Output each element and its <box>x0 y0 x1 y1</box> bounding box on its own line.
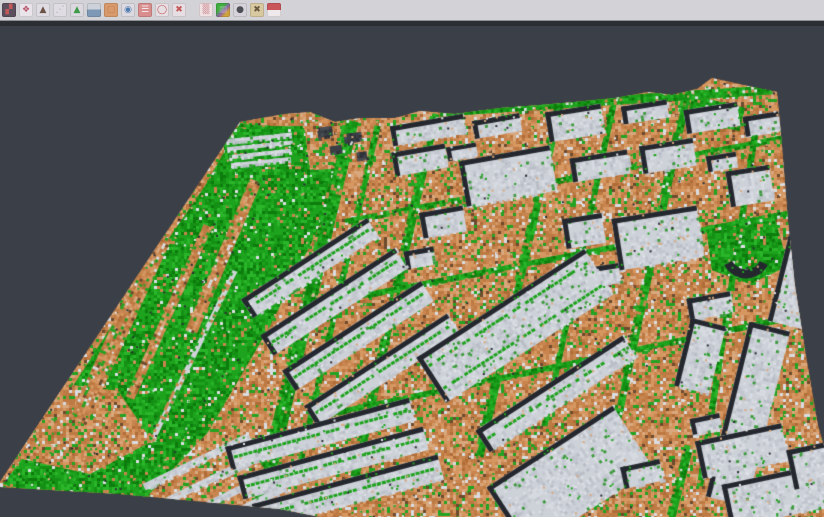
viewport-container <box>0 26 824 517</box>
toolbar: ▞❖▲⋰▲▢◉☰◯✖▒▦●✖ <box>0 0 824 21</box>
application-window: ▞❖▲⋰▲▢◉☰◯✖▒▦●✖ <box>0 0 824 517</box>
clip-box-icon[interactable]: ✖ <box>250 3 264 17</box>
scanline-icon[interactable]: ☰ <box>138 3 152 17</box>
circle-select-icon[interactable]: ◯ <box>155 3 169 17</box>
camera-icon[interactable]: ● <box>233 3 247 17</box>
toolbar-group: ▞❖▲⋰▲▢◉☰◯✖ <box>2 3 189 17</box>
density-grid-icon[interactable]: ▒ <box>199 3 213 17</box>
orthophoto-icon[interactable]: ▢ <box>104 3 118 17</box>
terrain-icon[interactable]: ▲ <box>36 3 50 17</box>
classification-colors-icon[interactable]: ▦ <box>216 3 230 17</box>
rotate-view-icon[interactable]: ◉ <box>121 3 135 17</box>
extent-icon[interactable]: ✖ <box>172 3 186 17</box>
flag-icon[interactable] <box>267 3 281 17</box>
points-merge-icon[interactable]: ❖ <box>19 3 33 17</box>
sparse-points-icon[interactable]: ⋰ <box>53 3 67 17</box>
toolbar-group: ▒▦●✖ <box>199 3 284 17</box>
surface-model-icon[interactable]: ▲ <box>70 3 84 17</box>
profile-view-icon[interactable] <box>87 3 101 17</box>
marker-tool-icon[interactable]: ▞ <box>2 3 16 17</box>
3d-point-cloud-viewport[interactable] <box>0 26 824 517</box>
